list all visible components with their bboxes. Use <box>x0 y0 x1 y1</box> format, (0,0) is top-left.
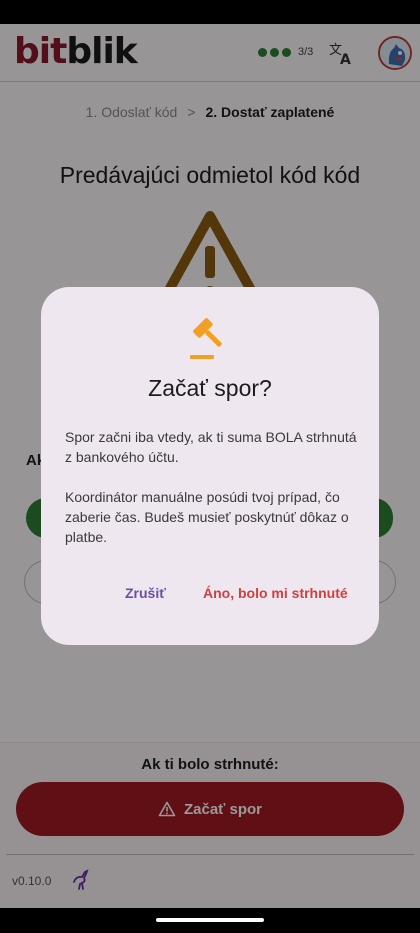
home-indicator[interactable] <box>156 918 264 922</box>
status-bar <box>0 0 420 24</box>
dispute-dialog: Začať spor? Spor začni iba vtedy, ak ti … <box>41 287 379 645</box>
dialog-title: Začať spor? <box>148 375 272 401</box>
dialog-paragraph-2: Koordinátor manuálne posúdi tvoj prípad,… <box>65 489 349 545</box>
app-screen: bitblik 3/3 文 A 1. Odoslať kód >2. Dostať… <box>0 24 420 908</box>
confirm-button[interactable]: Áno, bolo mi strhnuté <box>203 585 348 601</box>
dialog-body: Spor začni iba vtedy, ak ti suma BOLA st… <box>65 427 359 567</box>
dialog-paragraph-1: Spor začni iba vtedy, ak ti suma BOLA st… <box>65 429 357 465</box>
cancel-button[interactable]: Zrušiť <box>125 585 166 601</box>
gavel-icon <box>190 318 222 359</box>
